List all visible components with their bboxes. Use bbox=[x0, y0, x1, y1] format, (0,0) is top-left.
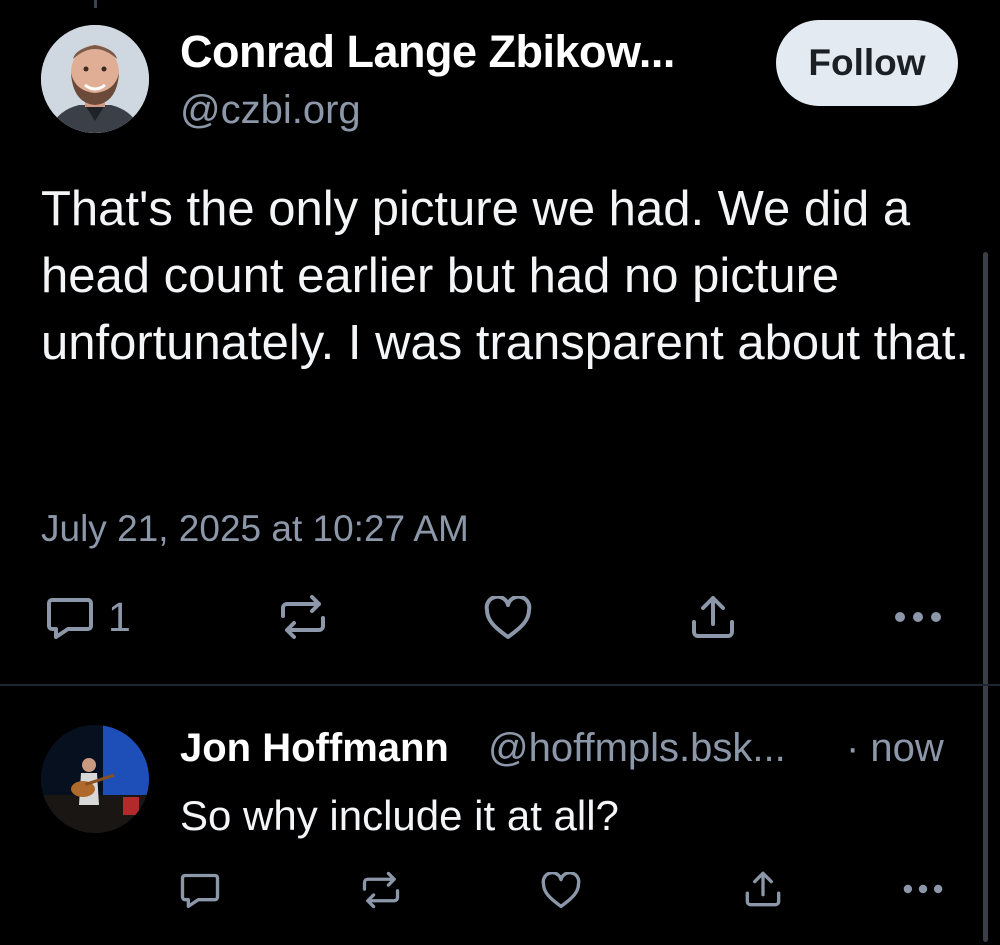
reply-reply-icon[interactable] bbox=[180, 872, 220, 909]
post-divider bbox=[0, 684, 1000, 686]
reply-more-icon[interactable] bbox=[902, 883, 944, 895]
reply-share-icon[interactable] bbox=[744, 870, 782, 908]
share-icon[interactable] bbox=[690, 594, 736, 640]
post-timestamp: July 21, 2025 at 10:27 AM bbox=[41, 508, 469, 549]
reply-repost-icon[interactable] bbox=[361, 871, 401, 909]
follow-button[interactable]: Follow bbox=[776, 20, 958, 106]
thread-line bbox=[94, 0, 97, 8]
reply-author-handle[interactable]: @hoffmpls.bsk... bbox=[488, 726, 786, 771]
reply-author-avatar[interactable] bbox=[41, 725, 149, 833]
reply-count: 1 bbox=[108, 594, 131, 640]
post-text: That's the only picture we had. We did a… bbox=[41, 182, 969, 370]
reply-icon[interactable] bbox=[46, 596, 94, 640]
like-icon[interactable] bbox=[484, 596, 532, 640]
author-avatar[interactable] bbox=[41, 25, 149, 133]
reply-time: · now bbox=[846, 726, 944, 770]
author-handle[interactable]: @czbi.org bbox=[180, 88, 361, 133]
reply-like-icon[interactable] bbox=[541, 872, 581, 909]
more-icon[interactable] bbox=[893, 610, 943, 624]
reply-author-name[interactable]: Jon Hoffmann bbox=[180, 726, 449, 771]
repost-icon[interactable] bbox=[279, 594, 327, 640]
scrollbar[interactable] bbox=[983, 252, 988, 942]
reply-text: So why include it at all? bbox=[180, 792, 619, 839]
author-name[interactable]: Conrad Lange Zbikow... bbox=[180, 26, 675, 78]
